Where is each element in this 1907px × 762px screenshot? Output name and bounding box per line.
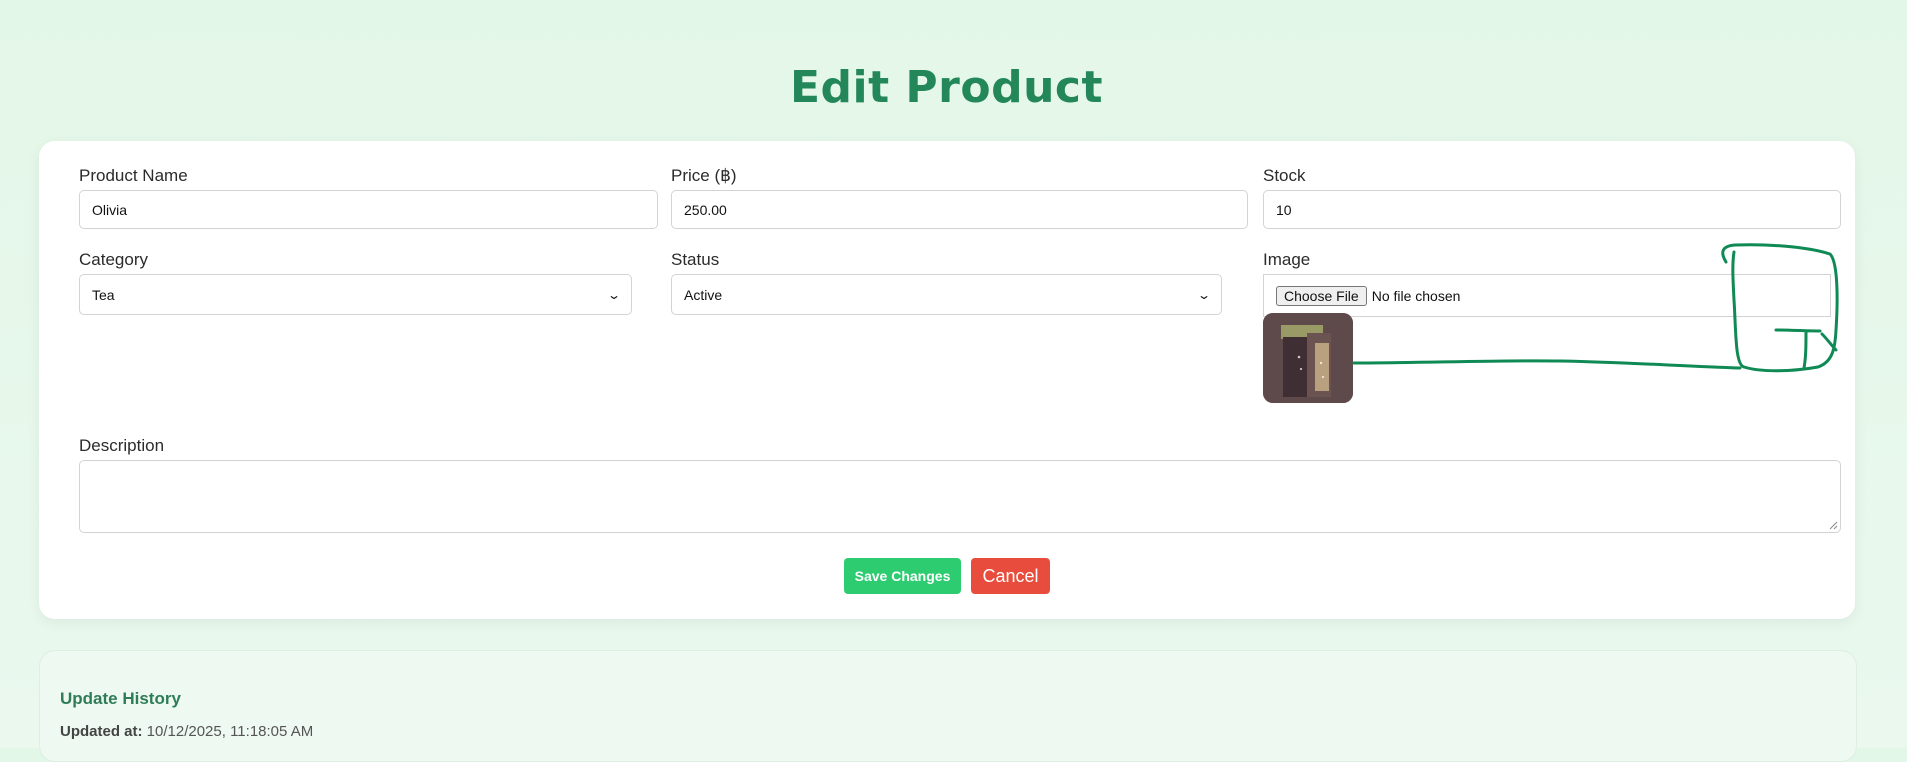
category-label: Category xyxy=(79,250,148,269)
status-field: Status Active ⌄ xyxy=(671,250,1222,315)
page-title: Edit Product xyxy=(789,62,1104,113)
category-field: Category Tea ⌄ xyxy=(79,250,632,315)
product-name-field: Product Name xyxy=(79,166,658,229)
image-field: Image Choose File No file chosen xyxy=(1263,250,1831,317)
price-input[interactable] xyxy=(671,190,1248,229)
stock-label: Stock xyxy=(1263,166,1306,185)
description-label: Description xyxy=(79,436,165,455)
stock-input[interactable] xyxy=(1263,190,1841,229)
update-history-title: Update History xyxy=(60,689,181,708)
product-name-label: Product Name xyxy=(79,166,188,185)
stock-field: Stock xyxy=(1263,166,1841,229)
chevron-down-icon: ⌄ xyxy=(606,287,622,302)
product-image-thumbnail xyxy=(1263,313,1353,403)
image-label: Image xyxy=(1263,250,1311,269)
updated-at-line: Updated at: 10/12/2025, 11:18:05 AM xyxy=(60,723,313,740)
description-textarea[interactable] xyxy=(79,460,1841,533)
file-status-text: No file chosen xyxy=(1371,287,1461,304)
price-label: Price (฿) xyxy=(671,166,737,185)
chevron-down-icon: ⌄ xyxy=(1196,287,1212,302)
resize-grip-icon[interactable] xyxy=(1829,521,1838,530)
cancel-button[interactable]: Cancel xyxy=(971,558,1050,594)
updated-at-label: Updated at: xyxy=(60,723,143,740)
save-button[interactable]: Save Changes xyxy=(844,558,961,594)
updated-at-value: 10/12/2025, 11:18:05 AM xyxy=(146,723,314,740)
product-name-input[interactable] xyxy=(79,190,658,229)
price-field: Price (฿) xyxy=(671,166,1248,229)
description-field: Description xyxy=(79,436,1841,533)
image-file-input[interactable]: Choose File No file chosen xyxy=(1263,274,1831,317)
update-history-panel: Update History Updated at: 10/12/2025, 1… xyxy=(39,650,1857,762)
edit-product-card: Product Name Price (฿) Stock Category Te… xyxy=(39,141,1855,619)
status-selected-value: Active xyxy=(684,286,723,303)
status-select[interactable]: Active ⌄ xyxy=(671,274,1222,315)
category-selected-value: Tea xyxy=(92,286,115,303)
product-bag-image xyxy=(1263,313,1353,403)
category-select[interactable]: Tea ⌄ xyxy=(79,274,632,315)
status-label: Status xyxy=(671,250,720,269)
choose-file-button[interactable]: Choose File xyxy=(1276,285,1367,306)
